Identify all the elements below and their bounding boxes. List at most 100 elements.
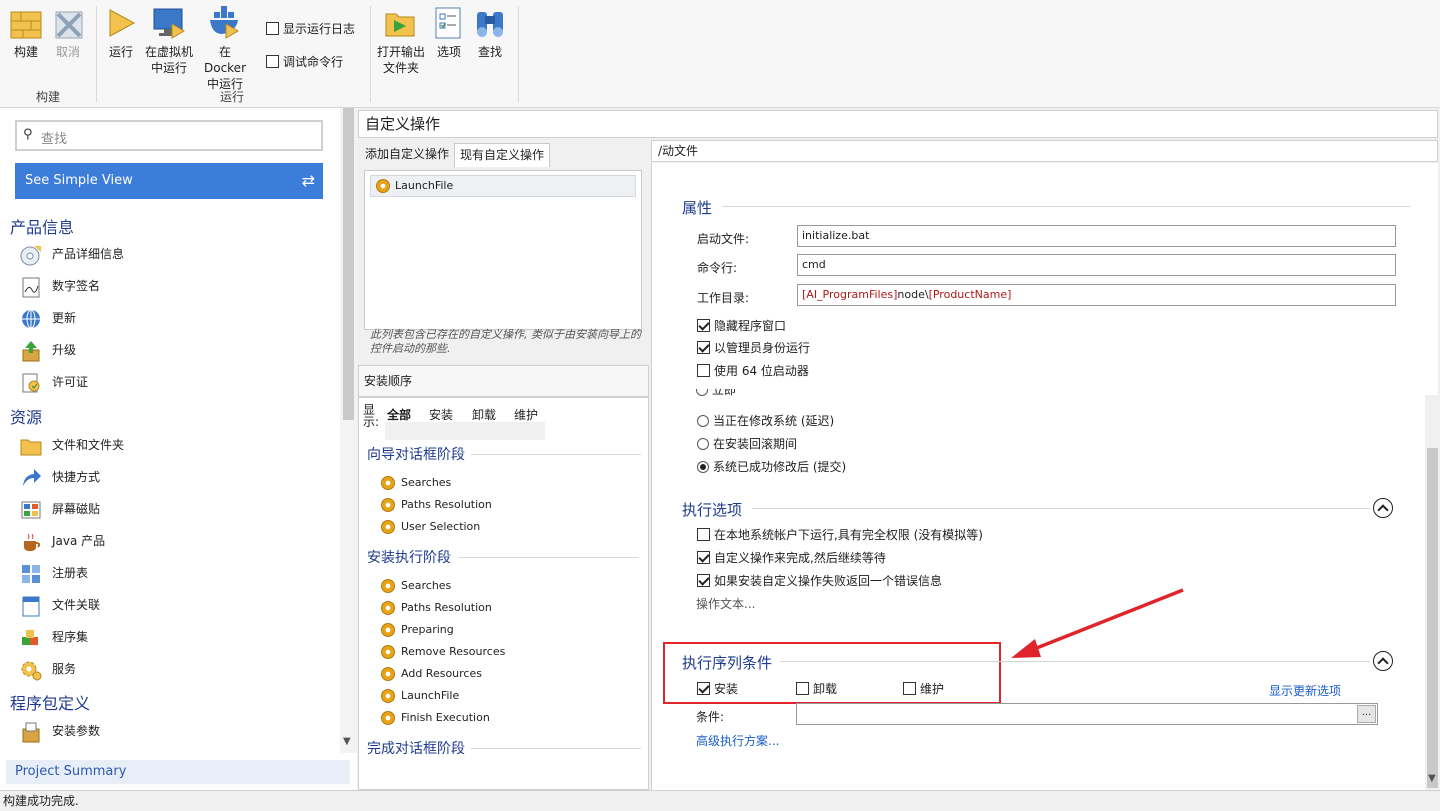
run-as-admin-checkbox[interactable]: 以管理员身份运行 — [697, 339, 810, 357]
project-summary-link[interactable]: Project Summary — [6, 760, 350, 784]
condition-install-checkbox[interactable]: 安装 — [697, 680, 738, 698]
hide-window-checkbox[interactable]: 隐藏程序窗口 — [697, 317, 786, 335]
run-in-vm-button[interactable]: 在虚拟机中运行 — [143, 6, 195, 76]
list-item-launchfile[interactable]: LaunchFile — [370, 175, 636, 197]
condition-input[interactable] — [796, 703, 1378, 725]
find-button[interactable]: 查找 — [473, 6, 507, 60]
sequence-item[interactable]: Paths Resolution — [381, 599, 492, 617]
install-sequence-header: 安装顺序 — [358, 365, 649, 397]
section-sequence-conditions: 执行序列条件 — [682, 654, 773, 672]
condition-browse-button[interactable]: ... — [1357, 705, 1376, 723]
build-button[interactable]: 构建 — [8, 6, 44, 60]
debug-command-line-checkbox[interactable]: 调试命令行 — [266, 53, 343, 70]
options-button[interactable]: 选项 — [432, 6, 466, 60]
search-input[interactable]: ⚲ 查找 — [15, 120, 323, 151]
nav-item-license[interactable]: 许可证 — [20, 370, 88, 394]
left-pane-scroll-thumb[interactable] — [343, 108, 354, 420]
phase-install-execution: 安装执行阶段 — [367, 550, 451, 566]
checkbox[interactable] — [266, 22, 279, 35]
open-output-folder-button[interactable]: 打开输出文件夹 — [376, 6, 426, 76]
shortcut-arrow-icon — [20, 467, 42, 489]
nav-item-services[interactable]: 服务 — [20, 657, 76, 681]
sequence-item[interactable]: Add Resources — [381, 665, 482, 683]
condition-uninstall-checkbox[interactable]: 卸载 — [796, 680, 837, 698]
condition-maintenance-checkbox[interactable]: 维护 — [903, 680, 944, 698]
install-sequence-panel: 显示: 全部 安装 卸载 维护 向导对话框阶段 Searches Paths R… — [358, 397, 649, 790]
radio-deferred[interactable]: 当正在修改系统 (延迟) — [697, 412, 834, 430]
sequence-item[interactable]: Paths Resolution — [381, 496, 492, 514]
sequence-item[interactable]: Searches — [381, 474, 451, 492]
nav-item-registry[interactable]: 注册表 — [20, 561, 88, 585]
search-icon: ⚲ — [23, 127, 33, 142]
gear-icon — [381, 476, 395, 490]
existing-actions-list[interactable]: LaunchFile — [364, 170, 642, 330]
gear-icon — [381, 689, 395, 703]
cancel-button[interactable]: 取消 — [52, 6, 84, 60]
run-local-system-checkbox[interactable]: 在本地系统帐户下运行,具有完全权限 (没有模拟等) — [697, 526, 983, 544]
upgrade-box-icon — [20, 340, 42, 362]
see-simple-view-button[interactable]: See Simple View ⇄ — [15, 163, 323, 199]
filter-uninstall[interactable]: 卸载 — [472, 406, 496, 423]
phase-wizard-dialogs: 向导对话框阶段 — [367, 447, 465, 463]
action-text-link[interactable]: 操作文本... — [696, 595, 755, 612]
advanced-execution-link[interactable]: 高级执行方案... — [696, 732, 779, 749]
command-line-field[interactable]: cmd — [797, 254, 1396, 276]
gear-icon — [381, 498, 395, 512]
cancel-icon — [52, 6, 86, 40]
nav-item-assemblies[interactable]: 程序集 — [20, 625, 88, 649]
collapse-execution-options-icon[interactable] — [1373, 498, 1393, 518]
use-64bit-launcher-checkbox[interactable]: 使用 64 位启动器 — [697, 362, 809, 380]
gear-icon — [381, 601, 395, 615]
right-pane-scroll-thumb[interactable] — [1427, 448, 1438, 788]
license-icon — [20, 372, 42, 394]
scroll-down-arrow-icon[interactable]: ▼ — [1428, 773, 1436, 784]
filter-strip — [385, 422, 545, 440]
globe-icon — [20, 308, 42, 330]
sequence-item[interactable]: User Selection — [381, 518, 480, 536]
run-in-docker-button[interactable]: 在Docker中运行 — [198, 6, 252, 92]
ribbon-separator — [96, 6, 97, 102]
nav-item-file-associations[interactable]: 文件关联 — [20, 593, 100, 617]
filter-maintenance[interactable]: 维护 — [514, 406, 538, 423]
nav-item-java-products[interactable]: Java 产品 — [20, 529, 105, 553]
signature-icon — [20, 276, 42, 298]
sequence-item[interactable]: Remove Resources — [381, 643, 505, 661]
show-run-log-checkbox[interactable]: 显示运行日志 — [266, 20, 355, 37]
nav-item-tiles[interactable]: 屏幕磁贴 — [20, 497, 100, 521]
nav-item-upgrades[interactable]: 升级 — [20, 338, 76, 362]
nav-item-updates[interactable]: 更新 — [20, 306, 76, 330]
gear-icon — [381, 623, 395, 637]
nav-item-digital-signature[interactable]: 数字签名 — [20, 274, 100, 298]
sequence-item[interactable]: Searches — [381, 577, 451, 595]
nav-item-files-folders[interactable]: 文件和文件夹 — [20, 433, 124, 457]
sequence-item-launchfile[interactable]: LaunchFile — [381, 687, 459, 705]
wait-to-finish-checkbox[interactable]: 自定义操作来完成,然后继续等待 — [697, 549, 886, 567]
tab-add-custom-action[interactable]: 添加自定义操作 — [360, 143, 454, 167]
nav-item-product-details[interactable]: 产品详细信息 — [20, 242, 124, 266]
java-cup-icon — [20, 531, 42, 553]
build-icon — [9, 6, 43, 40]
nav-item-install-parameters[interactable]: 安装参数 — [20, 719, 100, 743]
ribbon: 构建 取消 构建 运行 在虚拟机中运行 在Docker中运行 显示运行日志 调试… — [0, 0, 1440, 108]
radio-rollback[interactable]: 在安装回滚期间 — [697, 435, 797, 453]
return-error-checkbox[interactable]: 如果安装自定义操作失败返回一个错误信息 — [697, 572, 942, 590]
sequence-item[interactable]: Preparing — [381, 621, 454, 639]
nav-item-shortcuts[interactable]: 快捷方式 — [20, 465, 100, 489]
tab-existing-custom-actions[interactable]: 现有自定义操作 — [454, 143, 551, 167]
radio-immediate[interactable]: 立即 — [696, 389, 736, 399]
run-button[interactable]: 运行 — [104, 6, 138, 60]
gear-icon — [381, 667, 395, 681]
launch-file-field[interactable]: initialize.bat — [797, 225, 1396, 247]
section-properties: 属性 — [682, 199, 713, 217]
show-update-options-link[interactable]: 显示更新选项 — [1269, 682, 1341, 699]
filter-install[interactable]: 安装 — [429, 406, 453, 423]
working-directory-field[interactable]: [AI_ProgramFiles]node\[ProductName] — [797, 284, 1396, 306]
filter-all[interactable]: 全部 — [387, 406, 412, 423]
checkbox[interactable] — [266, 55, 279, 68]
gear-icon — [381, 645, 395, 659]
radio-commit[interactable]: 系统已成功修改后 (提交) — [697, 458, 846, 476]
sequence-item[interactable]: Finish Execution — [381, 709, 490, 727]
scroll-down-arrow-icon[interactable]: ▼ — [343, 736, 351, 747]
collapse-sequence-conditions-icon[interactable] — [1373, 651, 1393, 671]
assembly-blocks-icon — [20, 627, 42, 649]
